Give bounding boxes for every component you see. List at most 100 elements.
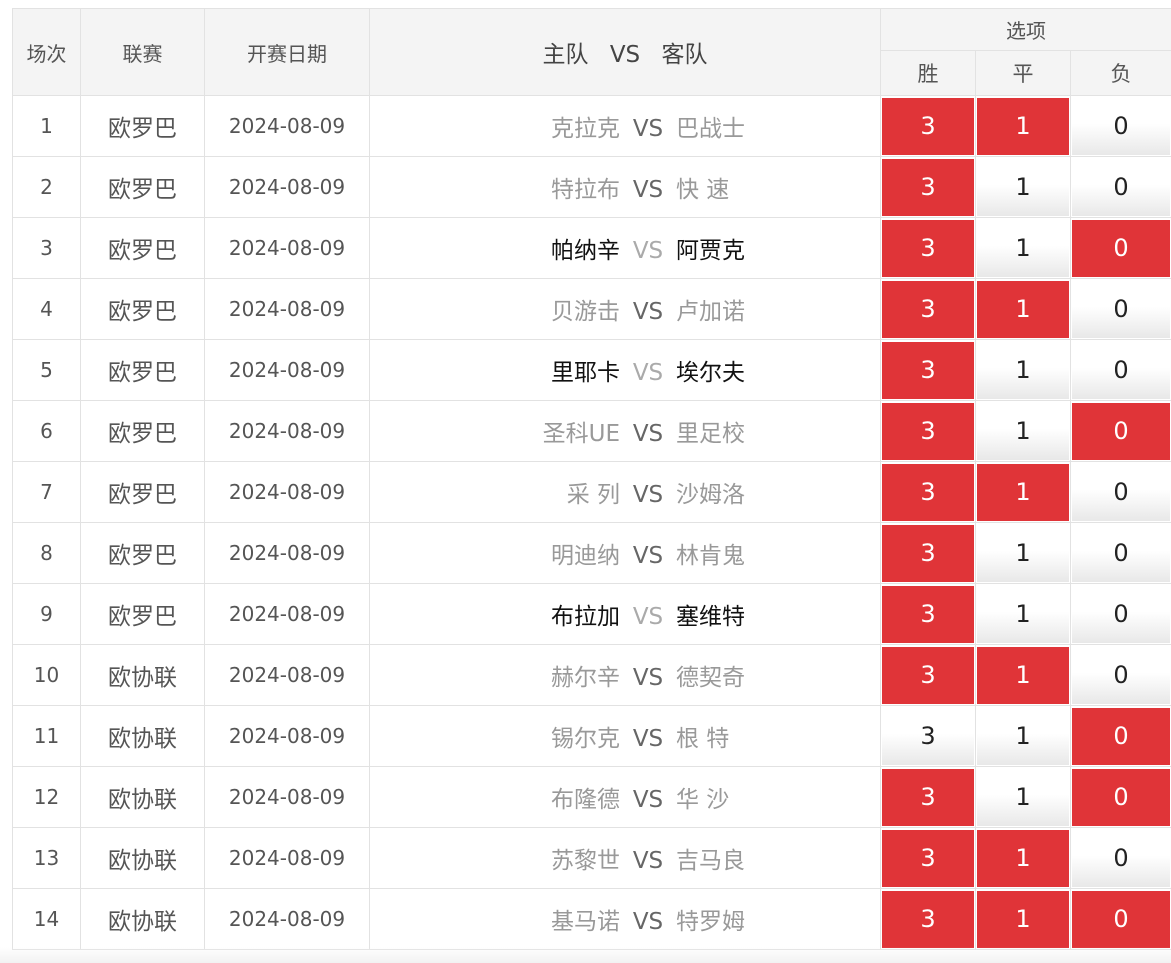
option-draw-button[interactable]: 1: [977, 158, 1069, 216]
away-team: 埃尔夫: [676, 360, 745, 386]
home-team: 采 列: [566, 482, 620, 508]
match-cell: 赫尔辛 VS 德契奇: [369, 644, 881, 706]
option-draw-button[interactable]: 1: [977, 97, 1069, 155]
option-lose-button[interactable]: 0: [1072, 463, 1171, 521]
option-draw-cell: 1: [975, 522, 1071, 584]
match-cell: 特拉布 VS 快 速: [369, 156, 881, 218]
match-number: 8: [12, 522, 81, 584]
table-row: 10 欧协联 2024-08-09 赫尔辛 VS 德契奇 3 1 0: [12, 644, 1171, 706]
option-lose-button[interactable]: 0: [1072, 829, 1171, 887]
option-draw-button[interactable]: 1: [977, 890, 1069, 948]
table-row: 3 欧罗巴 2024-08-09 帕纳辛 VS 阿贾克 3 1 0: [12, 217, 1171, 279]
match-teams: 圣科UE VS 里足校: [370, 414, 880, 448]
option-draw-button[interactable]: 1: [977, 524, 1069, 582]
away-team: 特罗姆: [676, 909, 745, 935]
away-team: 林肯鬼: [676, 543, 745, 569]
vs-label: VS: [632, 604, 664, 630]
option-draw-button[interactable]: 1: [977, 646, 1069, 704]
match-number: 12: [12, 766, 81, 828]
away-team: 华 沙: [676, 787, 730, 813]
table-row: 1 欧罗巴 2024-08-09 克拉克 VS 巴战士 3 1 0: [12, 95, 1171, 157]
match-number: 1: [12, 95, 81, 157]
league-name: 欧罗巴: [80, 461, 205, 523]
option-lose-button[interactable]: 0: [1072, 646, 1171, 704]
option-lose-cell: 0: [1069, 156, 1171, 218]
match-date: 2024-08-09: [204, 766, 370, 828]
option-draw-button[interactable]: 1: [977, 402, 1069, 460]
match-teams: 苏黎世 VS 吉马良: [370, 841, 880, 875]
match-cell: 采 列 VS 沙姆洛: [369, 461, 881, 523]
match-cell: 里耶卡 VS 埃尔夫: [369, 339, 881, 401]
option-draw-cell: 1: [975, 644, 1071, 706]
option-lose-button[interactable]: 0: [1072, 219, 1171, 277]
away-team: 沙姆洛: [676, 482, 745, 508]
header-home: 主队: [542, 42, 589, 68]
header-option-win: 胜: [880, 50, 976, 96]
vs-label: VS: [632, 116, 664, 142]
option-lose-cell: 0: [1069, 522, 1171, 584]
option-draw-button[interactable]: 1: [977, 219, 1069, 277]
home-team: 苏黎世: [551, 848, 620, 874]
match-date: 2024-08-09: [204, 827, 370, 889]
home-team: 布拉加: [551, 604, 620, 630]
option-draw-button[interactable]: 1: [977, 707, 1069, 765]
table-row: 12 欧协联 2024-08-09 布隆德 VS 华 沙310: [12, 766, 1171, 828]
option-lose-button[interactable]: 0: [1072, 402, 1171, 460]
option-lose-button[interactable]: 0: [1072, 768, 1171, 826]
match-date: 2024-08-09: [204, 888, 370, 950]
match-date: 2024-08-09: [204, 461, 370, 523]
match-teams: 布隆德 VS 华 沙: [370, 780, 880, 814]
away-team: 德契奇: [676, 665, 745, 691]
option-lose-button[interactable]: 0: [1072, 707, 1171, 765]
away-team: 快 速: [676, 177, 730, 203]
option-draw-button[interactable]: 1: [977, 280, 1069, 338]
option-lose-button[interactable]: 0: [1072, 97, 1171, 155]
vs-label: VS: [632, 543, 664, 569]
table-row: 5 欧罗巴 2024-08-09 里耶卡 VS 埃尔夫 3 1 0: [12, 339, 1171, 401]
option-lose-cell: 0: [1069, 644, 1171, 706]
table-row: 6 欧罗巴 2024-08-09 圣科UE VS 里足校 3 1 0: [12, 400, 1171, 462]
match-teams: 布拉加 VS 塞维特: [370, 597, 880, 631]
home-team: 克拉克: [551, 116, 620, 142]
header-vs: VS: [609, 42, 641, 68]
header-date: 开赛日期: [204, 8, 370, 96]
option-lose-button[interactable]: 0: [1072, 341, 1171, 399]
vs-label: VS: [632, 482, 664, 508]
option-draw-button[interactable]: 1: [977, 463, 1069, 521]
league-name: 欧罗巴: [80, 95, 205, 157]
option-lose-cell: 0: [1069, 95, 1171, 157]
match-number: 5: [12, 339, 81, 401]
match-cell: 锡尔克 VS 根 特: [369, 705, 881, 767]
option-draw-cell: 1: [975, 217, 1071, 279]
vs-label: VS: [632, 726, 664, 752]
option-draw-button[interactable]: 1: [977, 829, 1069, 887]
match-cell: 布拉加 VS 塞维特: [369, 583, 881, 645]
option-lose-cell: 0: [1069, 888, 1171, 950]
option-draw-cell: 1: [975, 583, 1071, 645]
match-date: 2024-08-09: [204, 156, 370, 218]
option-lose-cell: 0: [1069, 278, 1171, 340]
option-draw-button[interactable]: 1: [977, 585, 1069, 643]
option-draw-button[interactable]: 1: [977, 768, 1069, 826]
match-date: 2024-08-09: [204, 522, 370, 584]
option-lose-button[interactable]: 0: [1072, 585, 1171, 643]
option-draw-cell: 1: [975, 888, 1071, 950]
away-team: 阿贾克: [676, 238, 745, 264]
option-lose-button[interactable]: 0: [1072, 524, 1171, 582]
match-cell: 贝游击 VS 卢加诺: [369, 278, 881, 340]
option-draw-cell: 1: [975, 461, 1071, 523]
header-options: 选项: [879, 8, 1171, 51]
option-lose-button[interactable]: 0: [1072, 280, 1171, 338]
league-name: 欧罗巴: [80, 522, 205, 584]
table-row: 9 欧罗巴 2024-08-09 布拉加 VS 塞维特 3 1 0: [12, 583, 1171, 645]
match-teams: 采 列 VS 沙姆洛: [370, 475, 880, 509]
option-lose-button[interactable]: 0: [1072, 158, 1171, 216]
match-number: 10: [12, 644, 81, 706]
home-team: 贝游击: [551, 299, 620, 325]
match-date: 2024-08-09: [204, 705, 370, 767]
option-lose-button[interactable]: 0: [1072, 890, 1171, 948]
match-number: 3: [12, 217, 81, 279]
home-team: 锡尔克: [551, 726, 620, 752]
header-option-draw: 平: [975, 50, 1071, 96]
option-draw-button[interactable]: 1: [977, 341, 1069, 399]
